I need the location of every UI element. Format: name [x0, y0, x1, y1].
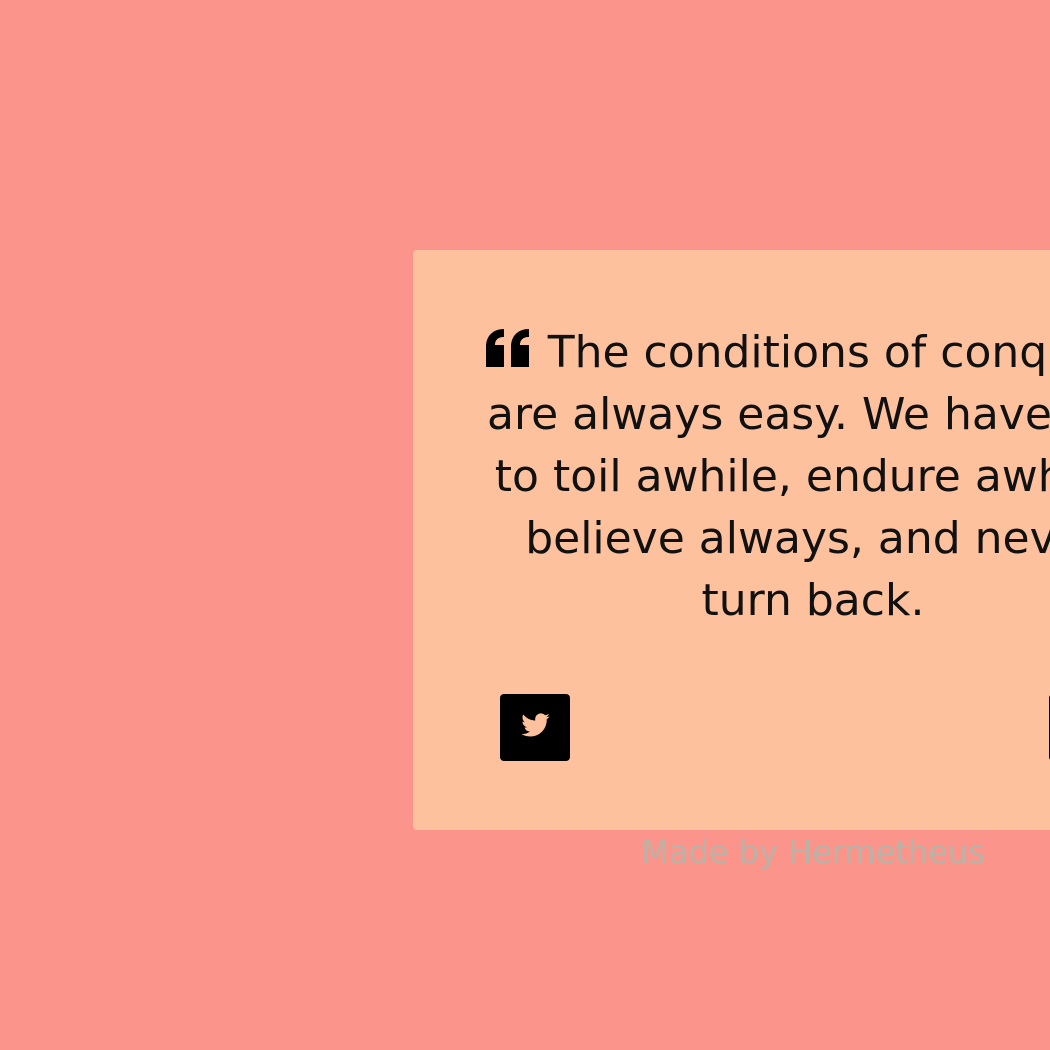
quote-icon: [484, 324, 532, 367]
quote-box: The conditions of conquest are always ea…: [413, 250, 1050, 830]
quote-block: The conditions of conquest are always ea…: [483, 322, 1050, 632]
page-stage: The conditions of conquest are always ea…: [0, 0, 1050, 1050]
tweet-button[interactable]: [500, 694, 570, 761]
quote-text: The conditions of conquest are always ea…: [487, 327, 1050, 626]
twitter-icon: [520, 710, 551, 745]
credit-text: Made by Hermetheus: [641, 833, 985, 871]
